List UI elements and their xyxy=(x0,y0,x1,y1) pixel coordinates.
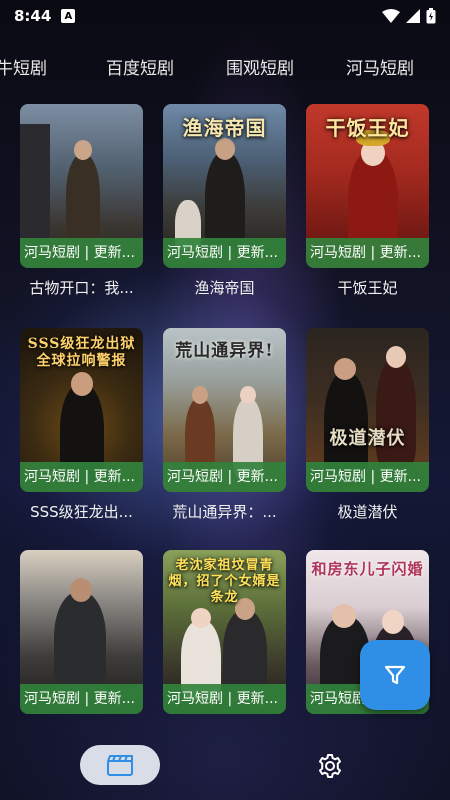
drama-poster[interactable]: 极道潜伏 河马短剧 | 更新... xyxy=(306,328,429,492)
battery-icon xyxy=(426,8,436,24)
drama-card[interactable]: 干饭王妃 河马短剧 | 更新... 干饭王妃 xyxy=(306,104,429,298)
category-tabs: 牛短剧 百度短剧 围观短剧 河马短剧 xyxy=(0,46,450,84)
tab-baidu[interactable]: 百度短剧 xyxy=(106,54,174,79)
poster-title: 干饭王妃 xyxy=(325,116,410,140)
drama-title: 渔海帝国 xyxy=(194,279,255,297)
drama-poster[interactable]: 老沈家祖坟冒青烟，招了个女婿是条龙 河马短剧 | 更新... xyxy=(163,550,286,714)
source-tag: 河马短剧 | 更新... xyxy=(163,238,286,268)
filter-button[interactable] xyxy=(360,640,430,710)
drama-card[interactable]: SSS级狂龙出狱 全球拉响警报 河马短剧 | 更新... SSS级狂龙出... xyxy=(20,328,143,522)
poster-title: 老沈家祖坟冒青烟，招了个女婿是条龙 xyxy=(168,558,281,605)
poster-title: SSS级狂龙出狱 全球拉响警报 xyxy=(27,336,136,369)
signal-icon xyxy=(406,9,420,23)
nav-home-button[interactable] xyxy=(80,745,160,785)
source-tag: 河马短剧 | 更新... xyxy=(20,462,143,492)
poster-title: 荒山通异界! xyxy=(175,341,274,361)
source-tag: 河马短剧 | 更新... xyxy=(163,684,286,714)
drama-card[interactable]: 渔海帝国 河马短剧 | 更新... 渔海帝国 xyxy=(163,104,286,298)
tab-weiguan[interactable]: 围观短剧 xyxy=(226,54,294,79)
status-icons xyxy=(382,8,436,24)
drama-poster[interactable]: 荒山通异界! 河马短剧 | 更新... xyxy=(163,328,286,492)
drama-card[interactable]: 荒山通异界! 河马短剧 | 更新... 荒山通异界：... xyxy=(163,328,286,522)
status-time: 8:44 xyxy=(14,7,52,25)
drama-title: 极道潜伏 xyxy=(337,503,398,521)
filter-icon xyxy=(384,665,406,685)
tab-niu[interactable]: 牛短剧 xyxy=(0,54,47,79)
poster-title: 极道潜伏 xyxy=(329,428,406,449)
source-tag: 河马短剧 | 更新... xyxy=(20,238,143,268)
gear-icon xyxy=(319,754,341,778)
drama-title: 荒山通异界：... xyxy=(172,503,277,521)
drama-poster[interactable]: SSS级狂龙出狱 全球拉响警报 河马短剧 | 更新... xyxy=(20,328,143,492)
drama-card[interactable]: 极道潜伏 河马短剧 | 更新... 极道潜伏 xyxy=(306,328,429,522)
source-tag: 河马短剧 | 更新... xyxy=(306,238,429,268)
drama-poster[interactable]: 干饭王妃 河马短剧 | 更新... xyxy=(306,104,429,268)
drama-poster[interactable]: 河马短剧 | 更新... xyxy=(20,550,143,714)
drama-title: SSS级狂龙出... xyxy=(30,503,133,521)
drama-card[interactable]: 河马短剧 | 更新... 古物开口：我... xyxy=(20,104,143,298)
poster-title: 渔海帝国 xyxy=(182,116,267,140)
bottom-nav xyxy=(0,730,450,800)
source-tag: 河马短剧 | 更新... xyxy=(20,684,143,714)
notification-icon: A xyxy=(61,9,76,23)
source-tag: 河马短剧 | 更新... xyxy=(306,462,429,492)
clapperboard-icon xyxy=(107,755,133,776)
source-tag: 河马短剧 | 更新... xyxy=(163,462,286,492)
status-bar: 8:44 A xyxy=(0,0,450,32)
drama-poster[interactable]: 河马短剧 | 更新... xyxy=(20,104,143,268)
wifi-icon xyxy=(382,9,400,23)
nav-settings-button[interactable] xyxy=(314,750,346,782)
drama-card[interactable]: 老沈家祖坟冒青烟，招了个女婿是条龙 河马短剧 | 更新... xyxy=(163,550,286,714)
poster-title: 和房东儿子闪婚 xyxy=(311,560,424,578)
drama-title: 干饭王妃 xyxy=(337,279,398,297)
drama-poster[interactable]: 渔海帝国 河马短剧 | 更新... xyxy=(163,104,286,268)
drama-card[interactable]: 河马短剧 | 更新... xyxy=(20,550,143,714)
tab-hema[interactable]: 河马短剧 xyxy=(346,54,414,79)
drama-title: 古物开口：我... xyxy=(29,279,134,297)
